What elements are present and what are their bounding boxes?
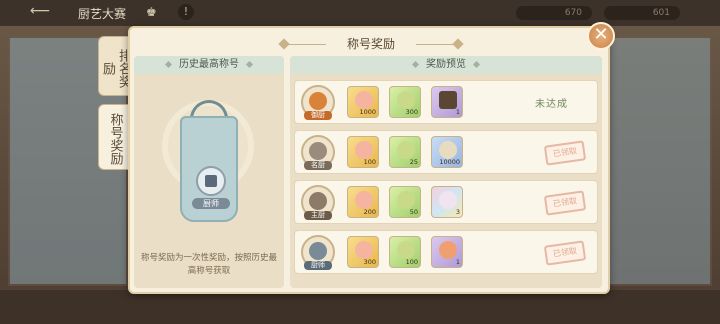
item-count: 10000 — [439, 158, 460, 166]
reward-row-zhuchu: 主厨 200 50 3 已领取 — [294, 180, 598, 224]
item-count: 300 — [363, 258, 376, 266]
reward-preview-panel: 奖励预览 御厨 1000 300 1 未达成 名厨 100 25 10000 已… — [290, 56, 602, 288]
event-title: 厨艺大赛 — [78, 7, 127, 21]
claimed-stamp: 已领取 — [543, 190, 587, 216]
status-not-achieved: 未达成 — [535, 99, 568, 110]
panel-header: 奖励预览 — [290, 56, 602, 74]
ornament-icon — [452, 38, 464, 50]
item-count: 100 — [405, 258, 418, 266]
jade-coin-icon — [397, 141, 415, 159]
item-count: 1 — [455, 258, 460, 266]
divider — [416, 44, 456, 45]
title-badge-icon: 名厨 — [301, 135, 335, 170]
currency-display-1: 670 — [516, 6, 592, 20]
reward-item-peach[interactable]: 200 — [347, 186, 379, 218]
badge-emblem — [309, 92, 327, 110]
reward-item-bun[interactable]: 3 — [431, 186, 463, 218]
title-name: 名厨 — [304, 161, 332, 170]
reward-row-mingchu: 名厨 100 25 10000 已领取 — [294, 130, 598, 174]
apron-icon: 厨师 — [180, 100, 238, 222]
diamond-icon — [411, 60, 420, 68]
jade-coin-icon — [397, 191, 415, 209]
item-count: 100 — [363, 158, 376, 166]
title-badge-icon: 主厨 — [301, 185, 335, 220]
badge-emblem — [309, 142, 327, 160]
reward-item-chest[interactable]: 1 — [431, 86, 463, 118]
item-count: 1 — [455, 108, 460, 116]
reward-item-shrimp[interactable]: 1 — [431, 236, 463, 268]
title-name: 御厨 — [304, 111, 332, 120]
highest-title-panel: 历史最高称号 厨师 称号奖励为一次性奖励，按照历史最高称号获取 — [134, 56, 284, 288]
reward-item-peach[interactable]: 300 — [347, 236, 379, 268]
reward-item-jade-coin[interactable]: 50 — [389, 186, 421, 218]
claimed-stamp: 已领取 — [543, 140, 587, 166]
top-bar: ⟵ 厨艺大赛 ♚ ! 670 601 — [0, 0, 720, 26]
badge-emblem — [309, 242, 327, 260]
currency-display-2: 601 — [604, 6, 680, 20]
background-bottom-bar — [0, 290, 720, 324]
diamond-icon — [472, 60, 481, 68]
item-count: 3 — [455, 208, 460, 216]
background-panel-right — [600, 36, 712, 286]
item-count: 50 — [409, 208, 418, 216]
shrimp-icon — [439, 241, 457, 259]
modal-header: 称号奖励 — [130, 34, 612, 54]
info-icon[interactable]: ! — [178, 4, 194, 20]
reward-item-peach[interactable]: 100 — [347, 136, 379, 168]
reward-item-peach[interactable]: 1000 — [347, 86, 379, 118]
peach-icon — [355, 191, 373, 209]
peach-icon — [355, 241, 373, 259]
reward-row-chushi: 厨师 300 100 1 已领取 — [294, 230, 598, 274]
apron-body: 厨师 — [180, 116, 238, 222]
reward-item-jade-coin[interactable]: 25 — [389, 136, 421, 168]
tab-title-rewards[interactable]: 称号奖励 — [98, 104, 130, 170]
title-badge-label: 厨师 — [192, 198, 230, 209]
item-count: 300 — [405, 108, 418, 116]
back-arrow-icon[interactable]: ⟵ — [30, 3, 50, 19]
close-button[interactable]: ✕ — [587, 22, 615, 50]
modal-title: 称号奖励 — [346, 37, 395, 51]
diamond-icon — [164, 60, 173, 68]
reward-item-jade-coin[interactable]: 300 — [389, 86, 421, 118]
tab-label: 称号奖励 — [107, 113, 123, 165]
panel-header-label: 奖励预览 — [426, 59, 466, 70]
panel-header: 历史最高称号 — [134, 56, 284, 74]
tab-ranking-rewards[interactable]: 排名奖励 — [98, 36, 131, 96]
reward-item-jade-coin[interactable]: 100 — [389, 236, 421, 268]
title-badge-icon: 厨师 — [301, 235, 335, 270]
title-badge-icon: 御厨 — [301, 85, 335, 120]
crown-icon: ♚ — [146, 5, 157, 19]
peach-icon — [355, 91, 373, 109]
title-name: 主厨 — [304, 211, 332, 220]
item-count: 200 — [363, 208, 376, 216]
dumpling-icon — [439, 141, 457, 159]
reward-item-dumpling[interactable]: 10000 — [431, 136, 463, 168]
peach-icon — [355, 141, 373, 159]
claimed-stamp: 已领取 — [543, 240, 587, 266]
bun-icon — [439, 191, 457, 209]
badge-emblem — [309, 192, 327, 210]
reward-row-yuchu: 御厨 1000 300 1 未达成 — [294, 80, 598, 124]
diamond-icon — [245, 60, 254, 68]
title-badge-icon — [196, 166, 226, 196]
reward-note: 称号奖励为一次性奖励，按照历史最高称号获取 — [140, 253, 277, 276]
jade-coin-icon — [397, 91, 415, 109]
panel-header-label: 历史最高称号 — [179, 59, 239, 70]
treasure-chest-icon — [439, 91, 457, 109]
item-count: 1000 — [359, 108, 376, 116]
jade-coin-icon — [397, 241, 415, 259]
item-count: 25 — [409, 158, 418, 166]
title-name: 厨师 — [304, 261, 332, 270]
divider — [286, 44, 326, 45]
tab-label: 排名奖励 — [100, 48, 131, 88]
